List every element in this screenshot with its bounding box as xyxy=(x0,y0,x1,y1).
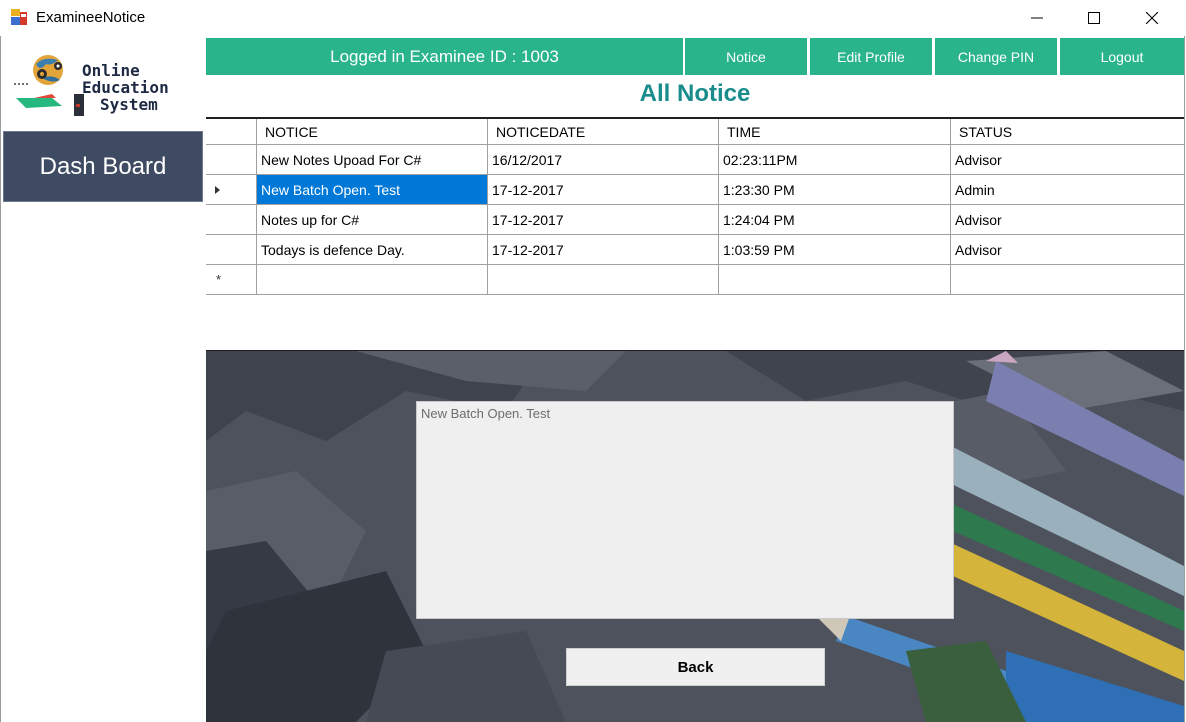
noticedate-cell[interactable]: 16/12/2017 xyxy=(488,145,719,175)
table-row[interactable]: Notes up for C# 17-12-2017 1:24:04 PM Ad… xyxy=(206,205,1184,235)
status-cell[interactable] xyxy=(951,265,1184,295)
notice-cell[interactable]: Notes up for C# xyxy=(257,205,488,235)
status-cell[interactable]: Admin xyxy=(951,175,1184,205)
window-border-left xyxy=(0,36,1,722)
new-row-icon: * xyxy=(216,272,222,287)
maximize-icon xyxy=(1088,12,1100,24)
close-button[interactable] xyxy=(1129,0,1175,36)
logo-line-system: System xyxy=(100,95,158,114)
logo-line-online: Online xyxy=(82,61,140,80)
change-pin-button[interactable]: Change PIN xyxy=(935,38,1057,75)
table-row[interactable]: Todays is defence Day. 17-12-2017 1:03:5… xyxy=(206,235,1184,265)
time-cell[interactable] xyxy=(719,265,951,295)
column-header-noticedate[interactable]: NOTICEDATE xyxy=(488,119,719,145)
header-corner xyxy=(206,119,257,145)
edit-profile-button[interactable]: Edit Profile xyxy=(810,38,932,75)
notice-cell[interactable]: New Notes Upoad For C# xyxy=(257,145,488,175)
maximize-button[interactable] xyxy=(1071,0,1117,36)
logo-line-education: Education xyxy=(82,78,169,97)
window-border-right xyxy=(1184,36,1185,722)
top-nav: Logged in Examinee ID : 1003 Notice Edit… xyxy=(206,38,1184,75)
time-cell[interactable]: 1:03:59 PM xyxy=(719,235,951,265)
time-cell[interactable]: 1:23:30 PM xyxy=(719,175,951,205)
logged-in-banner: Logged in Examinee ID : 1003 xyxy=(206,38,683,75)
title-bar: ExamineeNotice xyxy=(0,0,1186,36)
minimize-button[interactable] xyxy=(1014,0,1060,36)
row-header[interactable] xyxy=(206,205,257,235)
status-cell[interactable]: Advisor xyxy=(951,145,1184,175)
row-header[interactable]: * xyxy=(206,265,257,295)
close-icon xyxy=(1146,12,1158,24)
table-row[interactable]: New Batch Open. Test 17-12-2017 1:23:30 … xyxy=(206,175,1184,205)
app-form-icon xyxy=(11,9,27,25)
page-title: All Notice xyxy=(639,80,751,107)
notice-grid[interactable]: NOTICE NOTICEDATE TIME STATUS New Notes … xyxy=(206,117,1184,351)
column-header-status[interactable]: STATUS xyxy=(951,119,1184,145)
current-row-icon xyxy=(215,186,220,194)
logout-button[interactable]: Logout xyxy=(1060,38,1184,75)
noticedate-cell[interactable] xyxy=(488,265,719,295)
notice-cell[interactable]: Todays is defence Day. xyxy=(257,235,488,265)
notice-detail-textbox[interactable]: New Batch Open. Test xyxy=(416,401,954,619)
logo-text: Online Education System xyxy=(82,62,169,113)
table-row[interactable]: New Notes Upoad For C# 16/12/2017 02:23:… xyxy=(206,145,1184,175)
noticedate-cell[interactable]: 17-12-2017 xyxy=(488,175,719,205)
column-header-notice[interactable]: NOTICE xyxy=(257,119,488,145)
time-cell[interactable]: 1:24:04 PM xyxy=(719,205,951,235)
notice-button[interactable]: Notice xyxy=(685,38,807,75)
app-logo: Online Education System xyxy=(12,48,192,120)
time-cell[interactable]: 02:23:11PM xyxy=(719,145,951,175)
noticedate-cell[interactable]: 17-12-2017 xyxy=(488,205,719,235)
noticedate-cell[interactable]: 17-12-2017 xyxy=(488,235,719,265)
column-header-time[interactable]: TIME xyxy=(719,119,951,145)
notice-cell[interactable] xyxy=(257,265,488,295)
dashboard-button[interactable]: Dash Board xyxy=(3,131,203,202)
row-header[interactable] xyxy=(206,235,257,265)
status-cell[interactable]: Advisor xyxy=(951,205,1184,235)
row-header[interactable] xyxy=(206,145,257,175)
notice-cell[interactable]: New Batch Open. Test xyxy=(257,175,488,205)
minimize-icon xyxy=(1031,17,1043,19)
back-button[interactable]: Back xyxy=(566,648,825,686)
logo-graphic xyxy=(14,55,84,116)
window-title: ExamineeNotice xyxy=(36,9,146,26)
status-cell[interactable]: Advisor xyxy=(951,235,1184,265)
row-header[interactable] xyxy=(206,175,257,205)
new-row[interactable]: * xyxy=(206,265,1184,295)
